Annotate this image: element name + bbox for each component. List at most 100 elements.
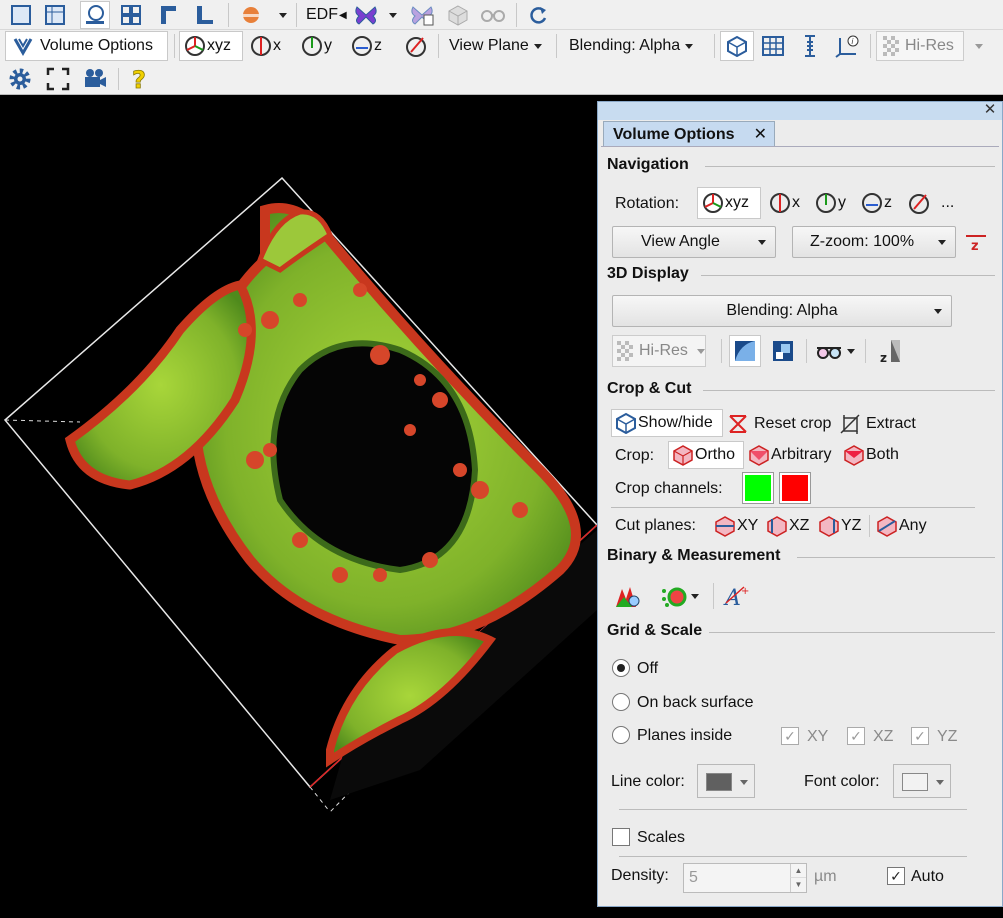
auto-checkbox[interactable]: ✓: [887, 867, 905, 885]
measure-objects-button[interactable]: [659, 581, 699, 611]
cut-plane-yz-button[interactable]: YZ: [817, 513, 861, 539]
crop-channel-green[interactable]: [742, 472, 774, 504]
cut-xy-icon: [715, 516, 735, 537]
svg-text:?: ?: [132, 66, 146, 92]
bounding-box-icon[interactable]: [720, 31, 754, 61]
profile-view-icon[interactable]: [192, 2, 218, 28]
tab-close-icon[interactable]: ✕: [754, 124, 767, 144]
density-label: Density:: [611, 867, 669, 884]
rotate-free-panel-button[interactable]: ...: [907, 189, 954, 217]
stereo-glasses-button[interactable]: [815, 337, 855, 365]
butterfly-icon[interactable]: [352, 2, 380, 28]
rotate-z-panel-button[interactable]: z: [860, 189, 892, 217]
section-view-icon[interactable]: [156, 2, 182, 28]
z-zoom-dropdown[interactable]: Z-zoom: 100%: [792, 226, 956, 258]
3d-display-heading: 3D Display: [607, 265, 689, 282]
both-cube-icon: [844, 445, 864, 466]
tab-volume-options[interactable]: Volume Options ✕: [603, 121, 775, 147]
view-plane-dropdown[interactable]: View Plane: [449, 31, 542, 61]
butterfly-dropdown-icon[interactable]: [382, 2, 398, 28]
svg-text:z: z: [971, 239, 979, 253]
rotate-x-icon: [770, 193, 790, 213]
rotate-x-panel-button[interactable]: x: [768, 189, 800, 217]
binary-measurement-heading: Binary & Measurement: [607, 547, 781, 564]
rotate-xyz-panel-button[interactable]: xyz: [697, 187, 761, 219]
grid-xy-label: XY: [807, 728, 829, 745]
rotate-z-icon: [862, 193, 882, 213]
rotate-free-icon: [909, 194, 929, 214]
blending-panel-dropdown[interactable]: Blending: Alpha: [612, 295, 952, 327]
z-scale-icon[interactable]: z: [963, 229, 989, 255]
rotate-y-icon: [816, 193, 836, 213]
grid-planes-inside-label: Planes inside: [637, 727, 733, 744]
svg-text:+: +: [741, 586, 749, 597]
rotate-y-button[interactable]: y: [300, 31, 332, 61]
crop-ortho-button[interactable]: Ortho: [668, 441, 744, 469]
help-icon[interactable]: ?: [126, 65, 152, 93]
hires-dropdown-icon: [966, 32, 986, 60]
volume-options-panel: ✕ Volume Options ✕ Navigation Rotation: …: [597, 101, 1003, 907]
glasses-icon: [478, 2, 508, 28]
rotate-x-icon: [251, 36, 271, 56]
crop-arbitrary-button[interactable]: Arbitrary: [747, 441, 831, 469]
density-spinner: 5 ▲ ▼: [683, 863, 807, 893]
volume-options-button[interactable]: Volume Options: [5, 31, 168, 61]
refresh-icon[interactable]: [524, 2, 552, 28]
mip-icon[interactable]: [767, 335, 799, 367]
z-depth-icon[interactable]: z: [875, 335, 905, 367]
blending-dropdown[interactable]: Blending: Alpha: [569, 31, 694, 61]
rotate-z-button[interactable]: z: [350, 31, 382, 61]
hires-icon: [617, 341, 633, 361]
surface-icon[interactable]: [238, 2, 264, 28]
cut-plane-xz-button[interactable]: XZ: [765, 513, 809, 539]
cut-plane-any-button[interactable]: Any: [875, 513, 927, 539]
single-view-icon[interactable]: [8, 2, 34, 28]
grid-icon[interactable]: [758, 32, 788, 60]
axis-info-icon[interactable]: i: [832, 32, 862, 60]
rotate-xyz-button[interactable]: xyz: [179, 31, 243, 61]
extract-icon: [840, 414, 860, 434]
rotate-free-icon[interactable]: [402, 32, 430, 60]
font-color-picker[interactable]: [893, 764, 951, 798]
cut-plane-xy-button[interactable]: XY: [713, 513, 758, 539]
crop-channel-red[interactable]: [779, 472, 811, 504]
crop-both-button[interactable]: Both: [842, 441, 899, 469]
movie-camera-icon[interactable]: [80, 65, 110, 93]
view-angle-dropdown[interactable]: View Angle: [612, 226, 776, 258]
binary-threshold-icon[interactable]: [613, 581, 643, 611]
cut-yz-icon: [819, 516, 839, 537]
scales-checkbox[interactable]: [612, 828, 630, 846]
grid-off-radio[interactable]: [612, 659, 630, 677]
spin-down-icon: ▼: [790, 878, 806, 892]
arbitrary-cube-icon: [749, 445, 769, 466]
rotate-y-panel-button[interactable]: y: [814, 189, 846, 217]
gallery-view-icon[interactable]: [42, 2, 68, 28]
reset-crop-button[interactable]: Reset crop: [727, 410, 831, 438]
rotate-z-icon: [352, 36, 372, 56]
show-hide-crop-button[interactable]: Show/hide: [611, 409, 723, 437]
grid-planes-inside-radio[interactable]: [612, 726, 630, 744]
hires-panel-button: Hi-Res: [612, 335, 706, 367]
scale-bar-icon[interactable]: [796, 32, 824, 60]
grid-yz-checkbox: ✓: [911, 727, 929, 745]
fullscreen-icon[interactable]: [44, 65, 72, 93]
extract-button[interactable]: Extract: [839, 410, 916, 438]
line-color-picker[interactable]: [697, 764, 755, 798]
svg-text:i: i: [852, 37, 854, 46]
gear-icon[interactable]: [6, 65, 34, 93]
crop-cut-heading: Crop & Cut: [607, 380, 692, 397]
stereo-glasses-icon: [817, 347, 841, 359]
text-annotation-icon[interactable]: A+: [721, 581, 751, 611]
grid-back-surface-radio[interactable]: [612, 693, 630, 711]
3d-view-icon[interactable]: [80, 1, 110, 29]
rotate-x-button[interactable]: x: [249, 31, 281, 61]
grid-view-icon[interactable]: [118, 2, 144, 28]
butterfly-copy-icon[interactable]: [408, 2, 436, 28]
edf-button[interactable]: EDF ◀: [306, 2, 347, 28]
shading-icon[interactable]: [729, 335, 761, 367]
line-color-label: Line color:: [611, 773, 685, 790]
close-icon[interactable]: ✕: [982, 101, 998, 119]
grid-xz-checkbox: ✓: [847, 727, 865, 745]
surface-dropdown-icon[interactable]: [270, 2, 290, 28]
cut-any-icon: [877, 516, 897, 537]
